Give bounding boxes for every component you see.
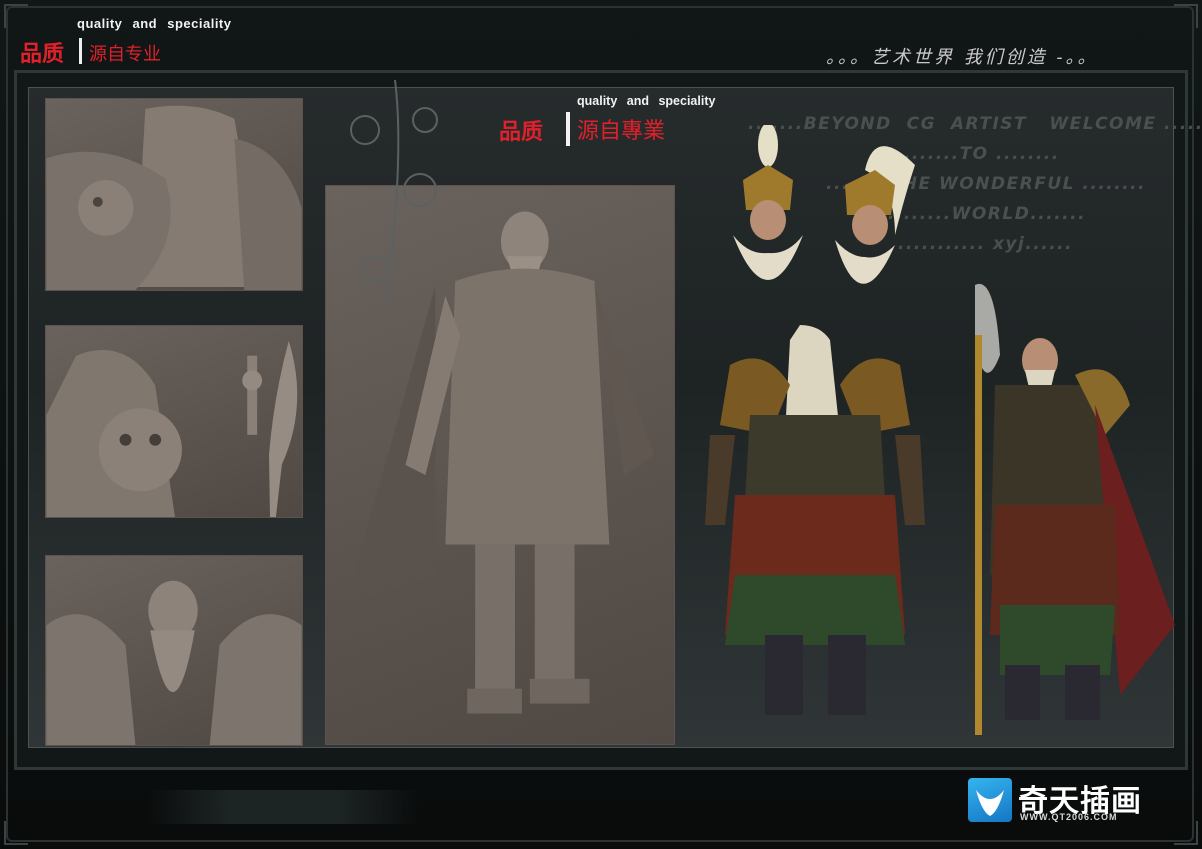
sculpt-shoulder-image — [46, 105, 302, 290]
sculpt-panel-shoulder — [45, 98, 303, 291]
header-title-cn-primary: 品质 — [20, 42, 65, 67]
sub-title-en: quality and speciality — [577, 94, 716, 108]
sub-title-cn-primary: 品质 — [499, 120, 544, 145]
render-fullbody-back — [705, 325, 925, 715]
sculpt-bust-image — [46, 580, 302, 745]
sub-title-divider — [566, 112, 570, 146]
header-title-en: quality and speciality — [77, 16, 232, 31]
sub-title-cn-secondary: 源自專業 — [577, 119, 666, 144]
corner-ornament — [1174, 821, 1198, 845]
header-divider — [79, 38, 82, 64]
render-head-front — [733, 125, 803, 280]
floral-ornament-icon — [350, 80, 438, 310]
corner-ornament — [4, 821, 28, 845]
header-slogan: 。。。艺术世界 我们创造 -。。 — [826, 47, 1099, 68]
sculpt-panel-face-weapon — [45, 325, 303, 518]
render-head-side — [835, 146, 915, 284]
logo-mark-icon — [968, 778, 1012, 822]
render-fullbody-front — [975, 283, 1175, 735]
bg-text-line: .......BEYOND CG ARTIST WELCOME ........… — [748, 114, 1202, 134]
corner-ornament — [4, 4, 28, 28]
header-title-cn-secondary: 源自专业 — [89, 44, 161, 65]
bottom-decoration — [148, 790, 418, 824]
corner-ornament — [1174, 4, 1198, 28]
logo-url: WWW.QT2006.COM — [1020, 812, 1118, 822]
sculpt-panel-bust — [45, 555, 303, 746]
sculpt-face-weapon-image — [46, 340, 298, 517]
